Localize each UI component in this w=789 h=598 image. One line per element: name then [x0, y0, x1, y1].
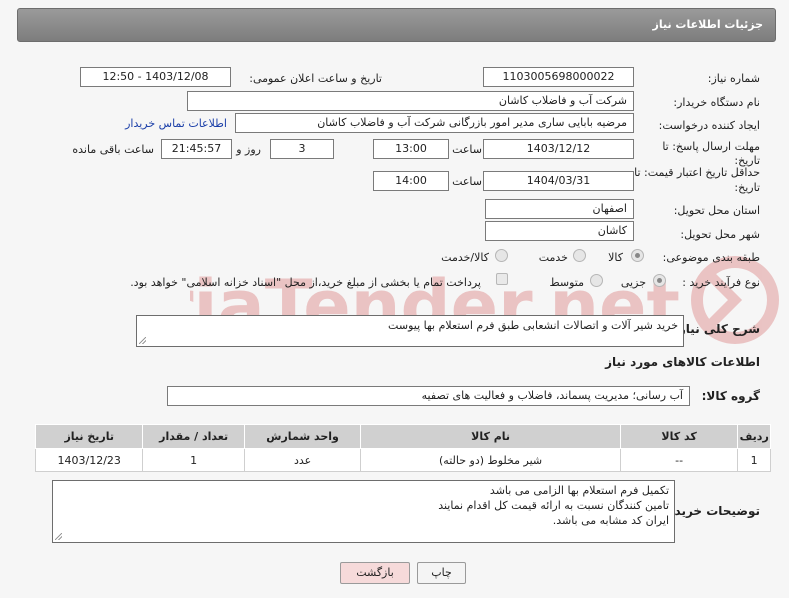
summary-textarea[interactable]: خرید شیر آلات و اتصالات انشعابی طبق فرم … [136, 315, 684, 347]
subject-goods-label: کالا [608, 251, 623, 264]
cell-unit: عدد [243, 448, 362, 472]
reply-time-label: ساعت [452, 143, 482, 156]
days-label: روز و [236, 143, 261, 156]
requester-field: مرضیه بابایی ساری مدیر امور بازرگانی شرک… [235, 113, 634, 133]
cell-row: 1 [737, 448, 771, 472]
reply-time-field: 13:00 [373, 139, 449, 159]
subject-service-label: خدمت [538, 251, 568, 264]
reply-deadline-label: مهلت ارسال پاسخ: تا [662, 140, 760, 153]
cell-name: شیر مخلوط (دو حالته) [360, 448, 621, 472]
col-date-header: تاریخ نیاز [34, 424, 144, 449]
buyer-org-label: نام دستگاه خریدار: [673, 96, 760, 109]
page-title: جزئیات اطلاعات نیاز [652, 18, 764, 31]
requester-label: ایجاد کننده درخواست: [658, 119, 760, 132]
treasury-payment-note: پرداخت تمام یا بخشی از مبلغ خرید،از محل … [130, 276, 481, 289]
subject-goods-service-label: کالا/خدمت [441, 251, 489, 264]
col-qty-header: تعداد / مقدار [142, 424, 245, 449]
need-number-field: 1103005698000022 [483, 67, 634, 87]
subject-goods-radio[interactable] [631, 249, 644, 262]
province-field: اصفهان [485, 199, 634, 219]
back-button[interactable]: بازگشت [340, 562, 410, 584]
announce-datetime-field: 1403/12/08 - 12:50 [80, 67, 231, 87]
price-validity-label: حداقل تاریخ اعتبار قیمت: تا [634, 166, 760, 179]
announce-datetime-label: تاریخ و ساعت اعلان عمومی: [249, 72, 382, 85]
validity-time-label: ساعت [452, 175, 482, 188]
col-name-header: نام کالا [360, 424, 621, 449]
col-row-header: ردیف [737, 424, 771, 449]
buyer-notes-textarea[interactable]: تکمیل فرم استعلام بها الزامی می باشد تام… [52, 480, 675, 543]
goods-table: ردیف کد کالا نام کالا واحد شمارش تعداد /… [34, 424, 771, 472]
validity-time-field: 14:00 [373, 171, 449, 191]
goods-group-label: گروه کالا: [701, 389, 760, 403]
print-button[interactable]: چاپ [417, 562, 466, 584]
subject-class-label: طبقه بندی موضوعی: [662, 251, 760, 264]
remaining-time-field: 21:45:57 [161, 139, 232, 159]
cell-qty: 1 [142, 448, 245, 472]
province-label: استان محل تحویل: [673, 204, 760, 217]
cell-code: -- [619, 448, 739, 472]
city-field: کاشان [485, 221, 634, 241]
page-header: جزئیات اطلاعات نیاز [17, 8, 776, 42]
cell-date: 1403/12/23 [34, 448, 144, 472]
buyer-note-line: تامین کنندگان نسبت به ارائه قیمت کل اقدا… [438, 499, 669, 512]
buyer-org-field: شرکت آب و فاضلاب کاشان [187, 91, 634, 111]
subject-service-radio[interactable] [573, 249, 586, 262]
table-header-row: ردیف کد کالا نام کالا واحد شمارش تعداد /… [34, 424, 771, 449]
subject-goods-service-radio[interactable] [495, 249, 508, 262]
validity-date-field: 1404/03/31 [483, 171, 634, 191]
city-label: شهر محل تحویل: [680, 228, 760, 241]
buyer-note-line: ایران کد مشابه می باشد. [552, 514, 669, 527]
goods-section-title: اطلاعات کالاهای مورد نیاز [605, 355, 760, 369]
treasury-payment-checkbox[interactable] [496, 273, 508, 285]
col-unit-header: واحد شمارش [243, 424, 362, 449]
remaining-label: ساعت باقی مانده [72, 143, 154, 156]
purchase-medium-label: متوسط [549, 276, 584, 289]
purchase-type-label: نوع فرآیند خرید : [682, 276, 760, 289]
summary-label: شرح کلی نیاز: [674, 322, 760, 336]
purchase-medium-radio[interactable] [590, 274, 603, 287]
buyer-contact-link[interactable]: اطلاعات تماس خریدار [125, 117, 227, 130]
price-validity-label-2: تاریخ: [734, 181, 760, 194]
days-field: 3 [270, 139, 334, 159]
purchase-minor-label: جزیی [620, 276, 646, 289]
col-code-header: کد کالا [619, 424, 739, 449]
buyer-note-line: تکمیل فرم استعلام بها الزامی می باشد [489, 484, 669, 497]
reply-date-field: 1403/12/12 [483, 139, 634, 159]
purchase-minor-radio[interactable] [653, 274, 666, 287]
table-row: 1 -- شیر مخلوط (دو حالته) عدد 1 1403/12/… [34, 448, 771, 472]
need-number-label: شماره نیاز: [707, 72, 760, 85]
goods-group-field: آب رسانی؛ مدیریت پسماند، فاضلاب و فعالیت… [167, 386, 690, 406]
